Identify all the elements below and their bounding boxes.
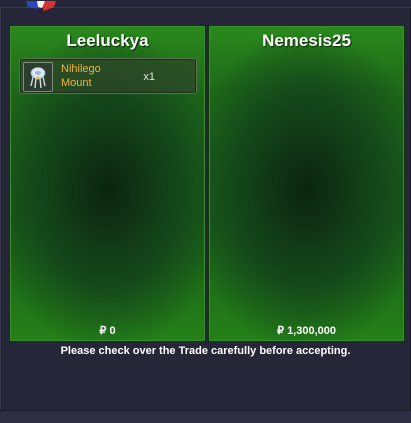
player-name-left: Leeluckya	[66, 31, 149, 50]
trade-panel-left: Leeluckya Nihilego Mount x1 ₽ 0	[9, 25, 206, 342]
window-bottom-edge	[0, 410, 411, 423]
item-name: Nihilego Mount	[61, 63, 101, 89]
item-quantity: x1	[143, 71, 155, 83]
money-amount-left: 0	[109, 325, 116, 337]
pokedollar-icon: ₽	[277, 325, 284, 337]
trade-notice: Please check over the Trade carefully be…	[60, 345, 351, 357]
trade-panel-right: Nemesis25 ₽ 1,300,000	[208, 25, 405, 342]
money-offer-right: ₽ 1,300,000	[209, 324, 404, 337]
pokedollar-icon: ₽	[99, 325, 107, 337]
nihilego-icon	[23, 62, 53, 92]
money-offer-left: ₽ 0	[10, 324, 205, 337]
player-name-right: Nemesis25	[262, 31, 351, 50]
trade-item-slot[interactable]: Nihilego Mount x1	[19, 58, 197, 94]
money-amount-right: 1,300,000	[287, 325, 336, 337]
flag-badge-icon	[26, 0, 60, 12]
